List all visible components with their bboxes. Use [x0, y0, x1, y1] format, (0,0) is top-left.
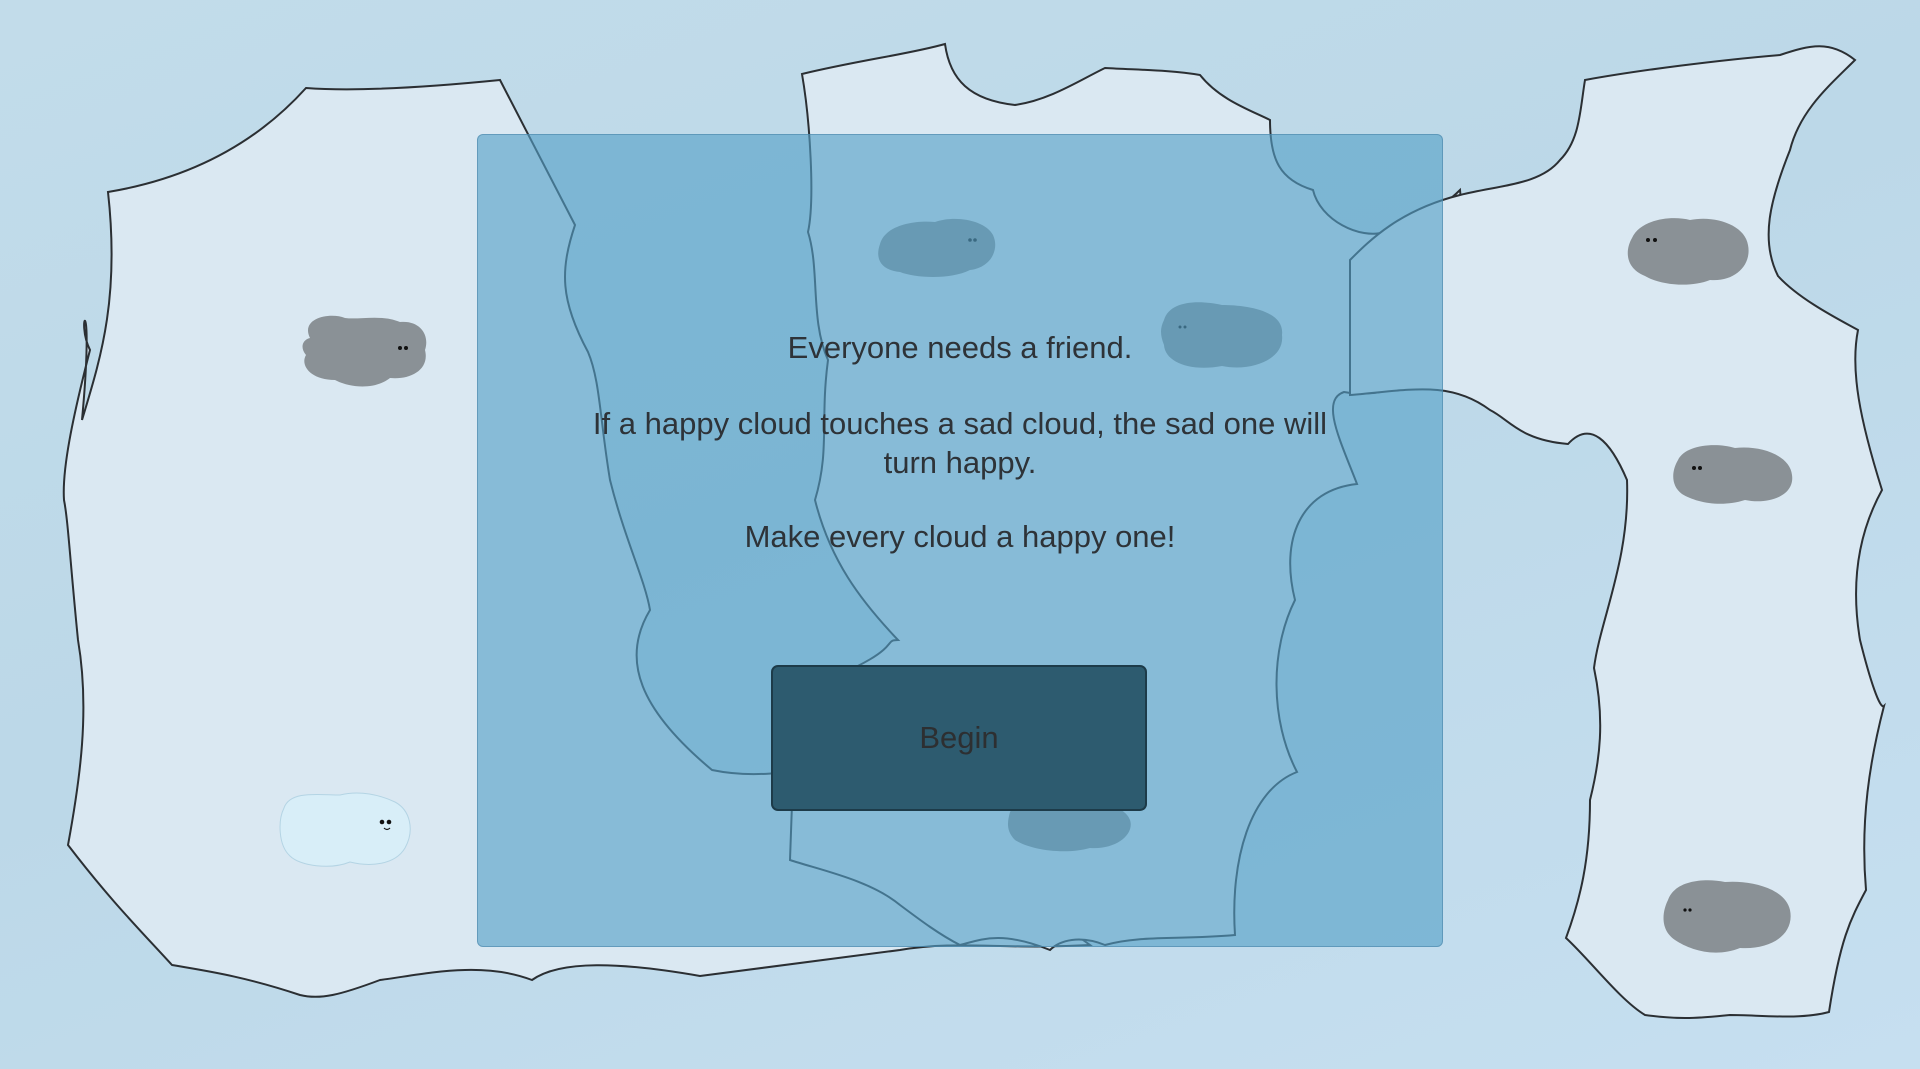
begin-button-label: Begin — [919, 720, 999, 755]
intro-line-rule: If a happy cloud touches a sad cloud, th… — [592, 406, 1328, 480]
sad-cloud[interactable] — [302, 315, 427, 387]
intro-line-friend: Everyone needs a friend. — [787, 330, 1133, 365]
sad-cloud[interactable] — [1627, 218, 1749, 285]
happy-cloud[interactable] — [279, 792, 411, 867]
intro-panel: Everyone needs a friend. If a happy clou… — [477, 134, 1443, 947]
sad-cloud[interactable] — [1673, 445, 1793, 504]
intro-line-goal: Make every cloud a happy one! — [744, 519, 1176, 554]
begin-button[interactable]: Begin — [771, 665, 1147, 811]
sad-cloud[interactable] — [1663, 880, 1791, 953]
